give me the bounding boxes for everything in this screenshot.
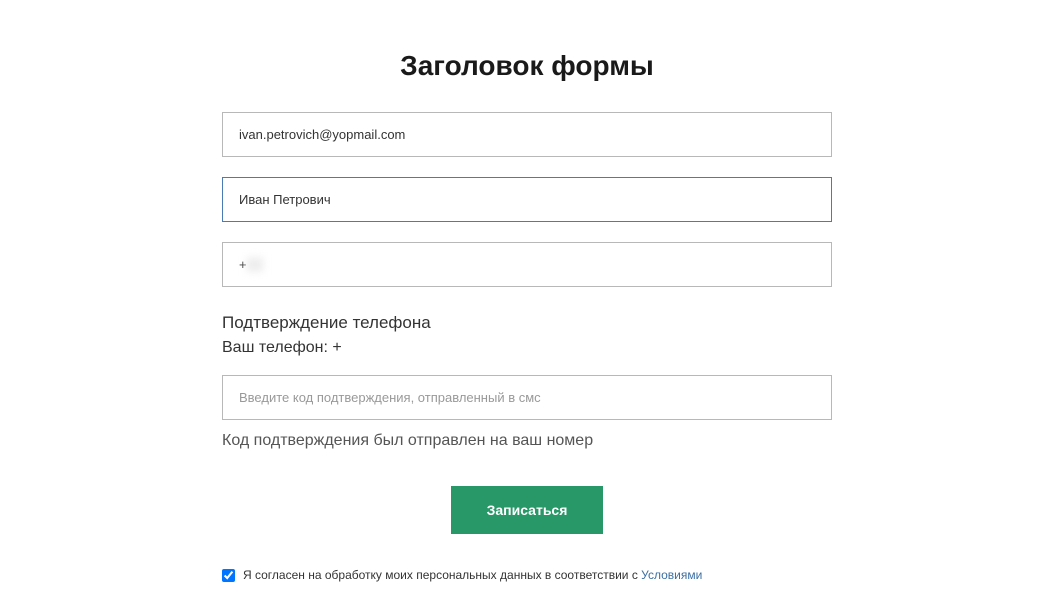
form-title: Заголовок формы — [222, 50, 832, 82]
consent-checkbox[interactable] — [222, 569, 235, 582]
phone-prefix: + — [239, 257, 247, 272]
phone-field[interactable]: + - - — [222, 242, 832, 287]
email-field[interactable] — [222, 112, 832, 157]
consent-label: Я согласен на обработку моих персональны… — [243, 568, 702, 582]
name-field[interactable] — [222, 177, 832, 222]
consent-text: Я согласен на обработку моих персональны… — [243, 568, 641, 582]
confirmation-subtitle: Подтверждение телефона — [222, 313, 832, 333]
confirmation-code-field[interactable] — [222, 375, 832, 420]
your-phone-label: Ваш телефон: + — [222, 339, 342, 356]
confirmation-status-text: Код подтверждения был отправлен на ваш н… — [222, 432, 832, 450]
consent-row: Я согласен на обработку моих персональны… — [222, 568, 832, 582]
phone-masked-value: - - — [247, 257, 263, 272]
form-container: Заголовок формы + - - Подтверждение теле… — [222, 50, 832, 582]
phone-display: Ваш телефон: + — [222, 339, 832, 357]
consent-link[interactable]: Условиями — [641, 568, 702, 582]
submit-button[interactable]: Записаться — [451, 486, 604, 534]
